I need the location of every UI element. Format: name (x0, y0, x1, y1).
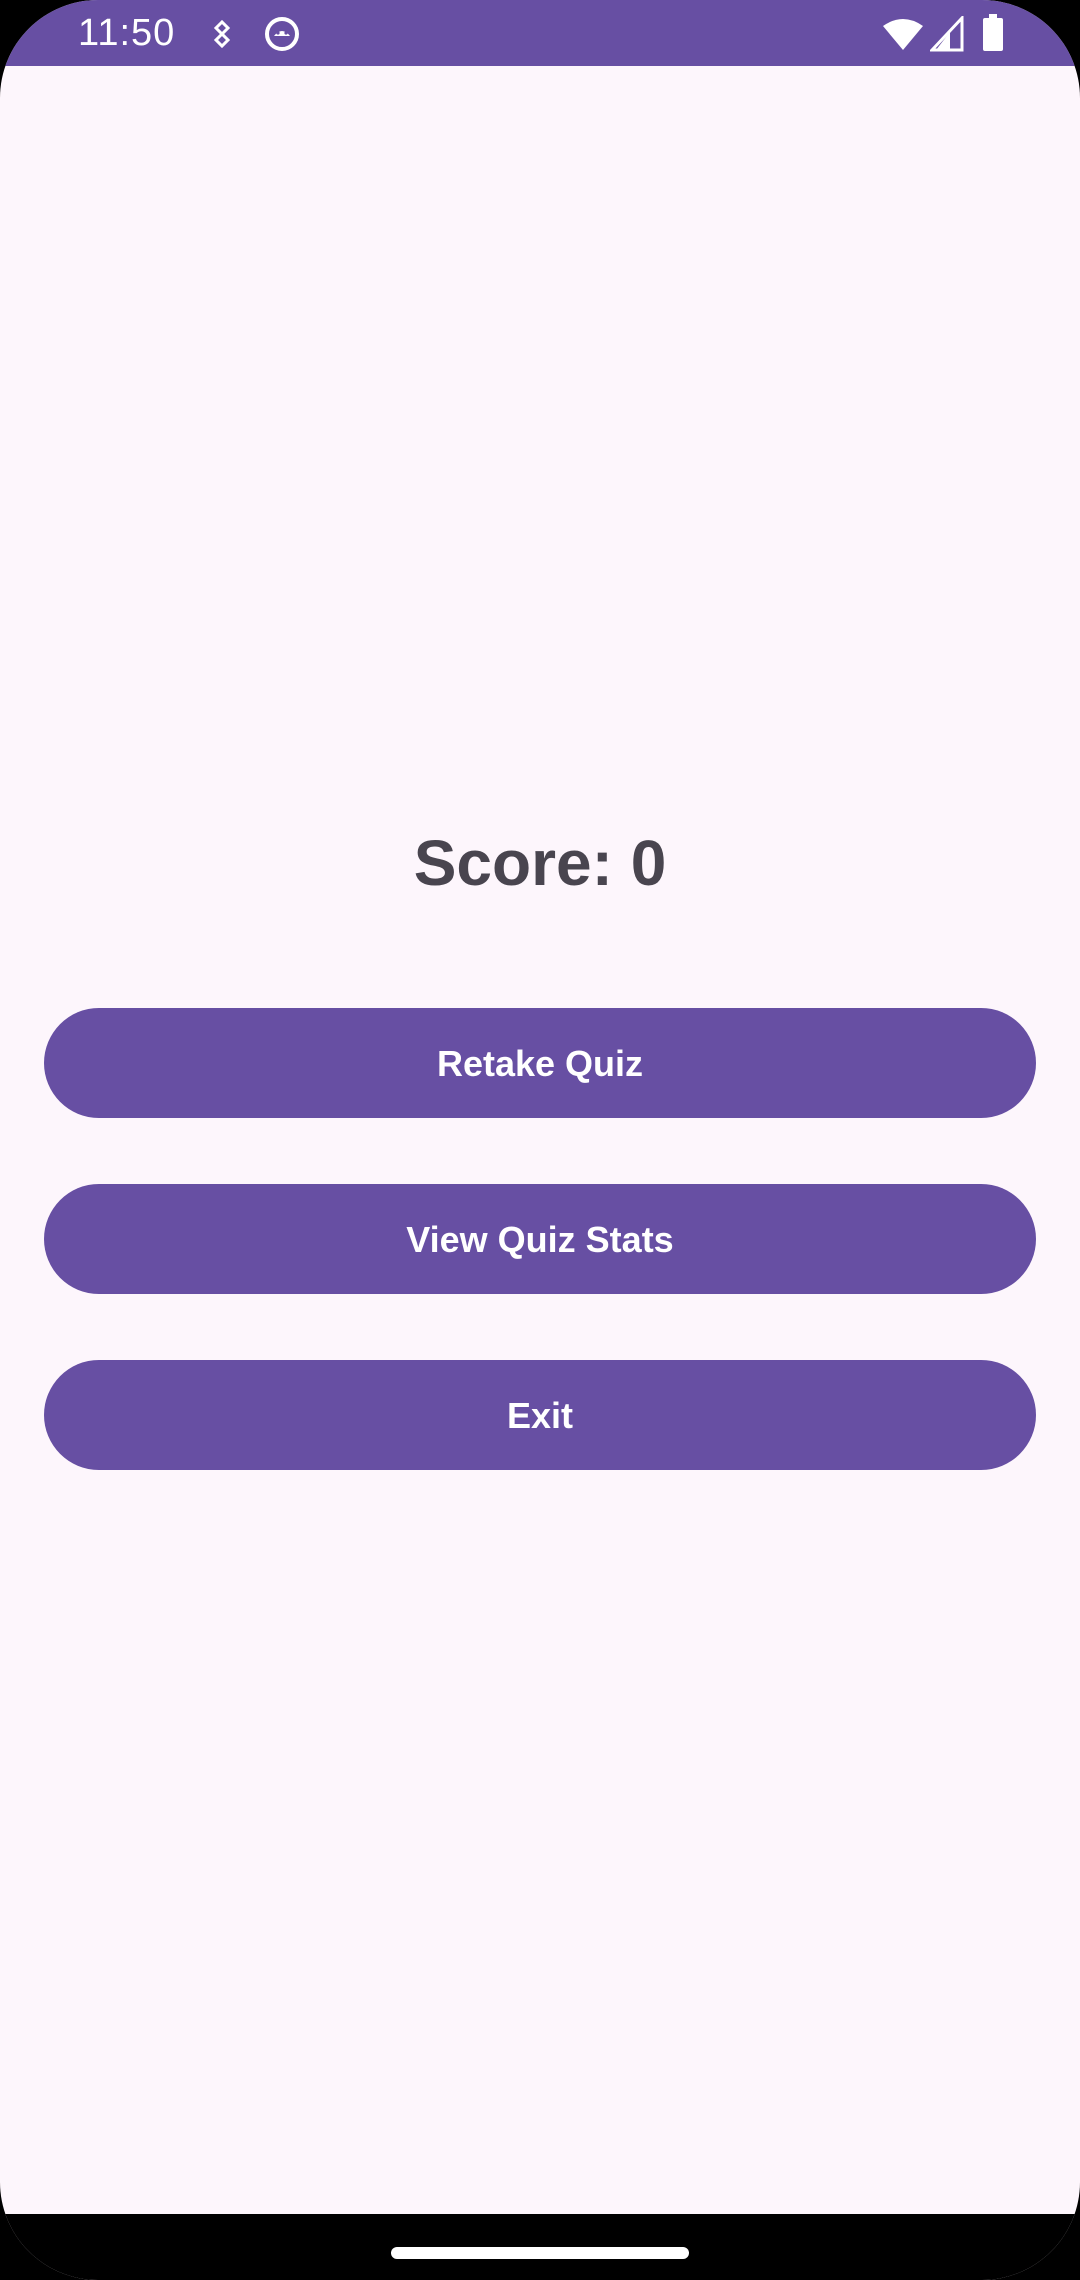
score-text: Score: 0 (413, 827, 667, 899)
location-pin-icon (213, 20, 231, 49)
cell-signal-icon (930, 16, 964, 52)
status-bar: 11:50 (0, 0, 1080, 66)
navigation-bar (0, 2214, 1080, 2280)
view-quiz-stats-button[interactable]: View Quiz Stats (44, 1184, 1036, 1294)
retake-quiz-button[interactable]: Retake Quiz (44, 1008, 1036, 1118)
phone-screen: 11:50 Score: 0 Retake Quiz View Quiz Sta… (0, 0, 1080, 2280)
home-indicator[interactable] (391, 2247, 689, 2259)
battery-icon (983, 14, 1003, 51)
wifi-icon (883, 19, 923, 50)
status-time: 11:50 (78, 12, 176, 54)
android-debug-icon (265, 17, 299, 51)
exit-button[interactable]: Exit (44, 1360, 1036, 1470)
